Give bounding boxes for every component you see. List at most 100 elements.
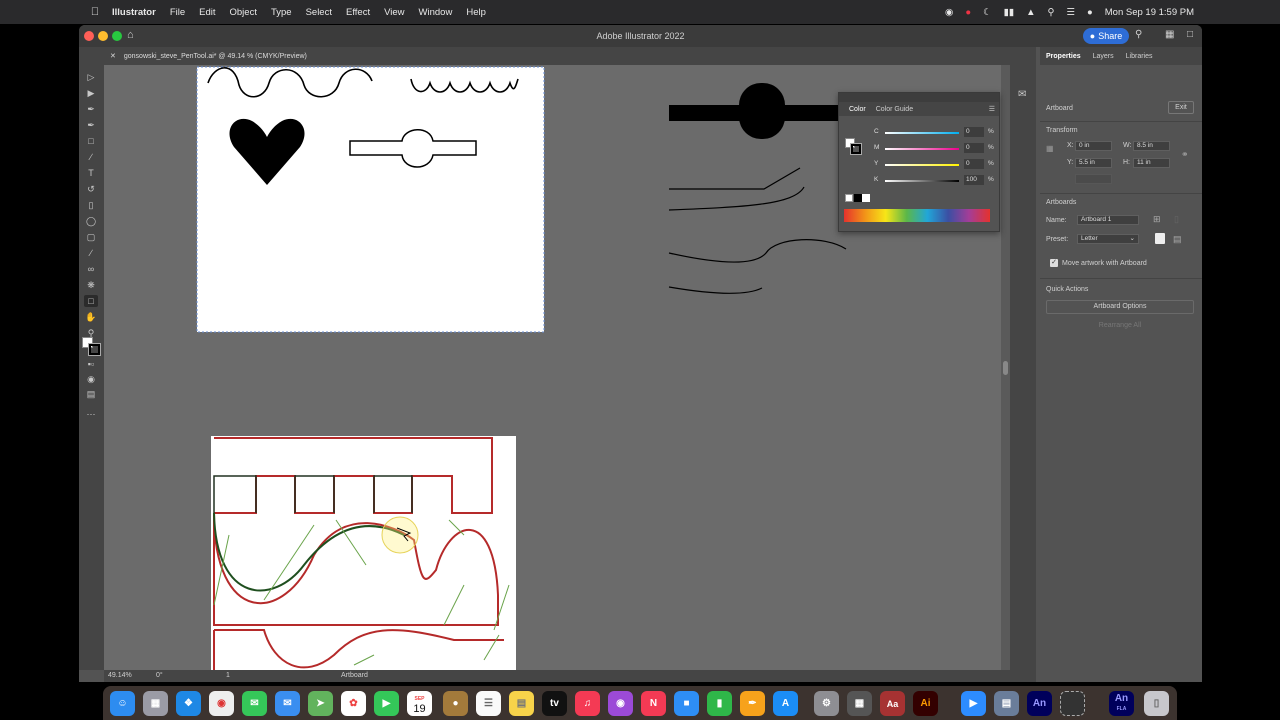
tab-color-guide[interactable]: Color Guide xyxy=(876,106,913,113)
exit-button[interactable]: Exit xyxy=(1168,101,1194,114)
artboard-name-field[interactable]: Artboard 1 xyxy=(1077,215,1139,225)
preview-icon[interactable]: ▤ xyxy=(994,691,1019,716)
line-path-1[interactable] xyxy=(669,167,801,190)
photos-icon[interactable]: ✿ xyxy=(341,691,366,716)
landscape-icon[interactable]: ▤ xyxy=(1173,234,1182,245)
new-artboard-icon[interactable]: ⊞ xyxy=(1153,214,1161,225)
draw-mode-icon[interactable]: ◉ xyxy=(84,373,98,385)
facetime-icon[interactable]: ▶ xyxy=(374,691,399,716)
dictionary-icon[interactable]: Aa xyxy=(880,691,905,716)
artboard-1[interactable] xyxy=(196,66,545,333)
messages-icon[interactable]: ✉ xyxy=(242,691,267,716)
animate-dock-icon[interactable]: An xyxy=(1027,691,1052,716)
vertical-scrollbar[interactable] xyxy=(1001,65,1010,670)
rotation-value[interactable]: 0° xyxy=(156,672,163,679)
selection-tool-icon[interactable]: ▷ xyxy=(84,71,98,83)
slider-track-m[interactable] xyxy=(885,148,959,150)
curvature-tool-icon[interactable]: ✒ xyxy=(84,119,98,131)
close-doc-icon[interactable]: ✕ xyxy=(110,52,116,60)
color-mode-icon[interactable]: ▪▫ xyxy=(84,358,98,370)
control-center-icon[interactable]: ☰ xyxy=(1066,7,1075,18)
panel-menu-icon[interactable]: ☰ xyxy=(989,105,995,113)
reference-point-icon[interactable]: ▦ xyxy=(1046,144,1054,153)
y-field[interactable]: 5.5 in xyxy=(1075,158,1112,168)
news-icon[interactable]: N xyxy=(641,691,666,716)
menu-file[interactable]: File xyxy=(170,7,185,18)
x-field[interactable]: 0 in xyxy=(1075,141,1112,151)
calculator-icon[interactable]: ▦ xyxy=(847,691,872,716)
direct-selection-tool-icon[interactable]: ▶ xyxy=(84,87,98,99)
contacts-icon[interactable]: ● xyxy=(443,691,468,716)
fla-file-icon[interactable]: An FLA xyxy=(1109,691,1134,716)
share-button[interactable]: ● Share xyxy=(1083,28,1129,44)
reminders-icon[interactable]: ☰ xyxy=(476,691,501,716)
zoom-level[interactable]: 49.14% xyxy=(108,672,132,679)
artboard-tool-icon[interactable]: □ xyxy=(84,295,98,307)
slider-value-k[interactable]: 100 xyxy=(964,175,984,185)
wifi-icon[interactable]: ▲ xyxy=(1026,7,1035,18)
search-icon[interactable]: ⚲ xyxy=(1135,29,1142,40)
menu-view[interactable]: View xyxy=(384,7,404,18)
preset-select[interactable]: Letter ⌄ xyxy=(1077,234,1139,244)
battery-icon[interactable]: ▮▮ xyxy=(1004,7,1014,18)
height-field[interactable]: 11 in xyxy=(1133,158,1170,168)
rotate-tool-icon[interactable]: ↺ xyxy=(84,183,98,195)
menu-edit[interactable]: Edit xyxy=(199,7,215,18)
gradient-tool-icon[interactable]: ▢ xyxy=(84,231,98,243)
illustrator-dock-icon[interactable]: Ai xyxy=(913,691,938,716)
system-preferences-icon[interactable]: ⚙ xyxy=(814,691,839,716)
moon-icon[interactable]: ☾ xyxy=(983,7,992,18)
slider-track-c[interactable] xyxy=(885,132,959,134)
safari-icon[interactable]: ❖ xyxy=(176,691,201,716)
tab-libraries[interactable]: Libraries xyxy=(1126,53,1153,60)
zoom-app-icon[interactable]: ▶ xyxy=(961,691,986,716)
more-tools-icon[interactable]: ⋯ xyxy=(84,408,98,420)
portrait-icon[interactable] xyxy=(1155,233,1165,244)
menu-select[interactable]: Select xyxy=(306,7,332,18)
menu-help[interactable]: Help xyxy=(466,7,486,18)
tab-color[interactable]: Color xyxy=(849,106,866,113)
menu-effect[interactable]: Effect xyxy=(346,7,370,18)
menu-window[interactable]: Window xyxy=(419,7,453,18)
keynote-icon[interactable]: ■ xyxy=(674,691,699,716)
mail-icon[interactable]: ✉ xyxy=(275,691,300,716)
launchpad-icon[interactable]: ▦ xyxy=(143,691,168,716)
delete-artboard-icon[interactable]: ▯ xyxy=(1174,214,1179,225)
chrome-icon[interactable]: ◉ xyxy=(209,691,234,716)
none-swatch[interactable] xyxy=(845,194,853,202)
music-icon[interactable]: ♫ xyxy=(575,691,600,716)
line-path-2[interactable] xyxy=(668,186,805,211)
paintbrush-tool-icon[interactable]: ∕ xyxy=(84,151,98,163)
slider-track-k[interactable] xyxy=(885,180,959,182)
eyedropper-tool-icon[interactable]: ∕ xyxy=(84,247,98,259)
app-store-icon[interactable]: A xyxy=(773,691,798,716)
menu-type[interactable]: Type xyxy=(271,7,292,18)
panel-toggle-icon[interactable]: □ xyxy=(1187,29,1193,40)
hand-tool-icon[interactable]: ✋ xyxy=(84,311,98,323)
fill-stroke-icon[interactable] xyxy=(82,337,101,356)
black-swatch[interactable] xyxy=(854,194,862,202)
maps-icon[interactable]: ➤ xyxy=(308,691,333,716)
pen-tool-icon[interactable]: ✒ xyxy=(84,103,98,115)
tab-layers[interactable]: Layers xyxy=(1093,53,1114,60)
rectangle-tool-icon[interactable]: □ xyxy=(84,135,98,147)
siri-icon[interactable]: ● xyxy=(1087,7,1093,18)
spotlight-icon[interactable]: ⚲ xyxy=(1048,7,1055,18)
workspace-icon[interactable]: ▦ xyxy=(1165,29,1174,40)
creative-cloud-icon[interactable]: ◉ xyxy=(945,7,953,18)
slider-value-y[interactable]: 0 xyxy=(964,159,984,169)
app-menu[interactable]: Illustrator xyxy=(112,7,156,18)
apple-icon[interactable]:  xyxy=(88,6,102,18)
move-artwork-checkbox[interactable]: ✓ xyxy=(1050,259,1058,267)
calendar-icon[interactable]: SEP 19 xyxy=(407,691,432,716)
trash-icon[interactable]: ▯ xyxy=(1144,691,1169,716)
screen-mode-icon[interactable]: ▤ xyxy=(84,388,98,400)
width-field[interactable]: 8.5 in xyxy=(1133,141,1170,151)
comments-icon[interactable]: ✉ xyxy=(1018,89,1026,100)
pages-icon[interactable]: ✒ xyxy=(740,691,765,716)
numbers-icon[interactable]: ▮ xyxy=(707,691,732,716)
color-spectrum[interactable] xyxy=(844,209,990,222)
finder-icon[interactable]: ☺ xyxy=(110,691,135,716)
recording-icon[interactable]: ● xyxy=(965,7,971,18)
document-tab[interactable]: ✕ gonsowski_steve_PenTool.ai* @ 49.14 % … xyxy=(79,47,1036,65)
